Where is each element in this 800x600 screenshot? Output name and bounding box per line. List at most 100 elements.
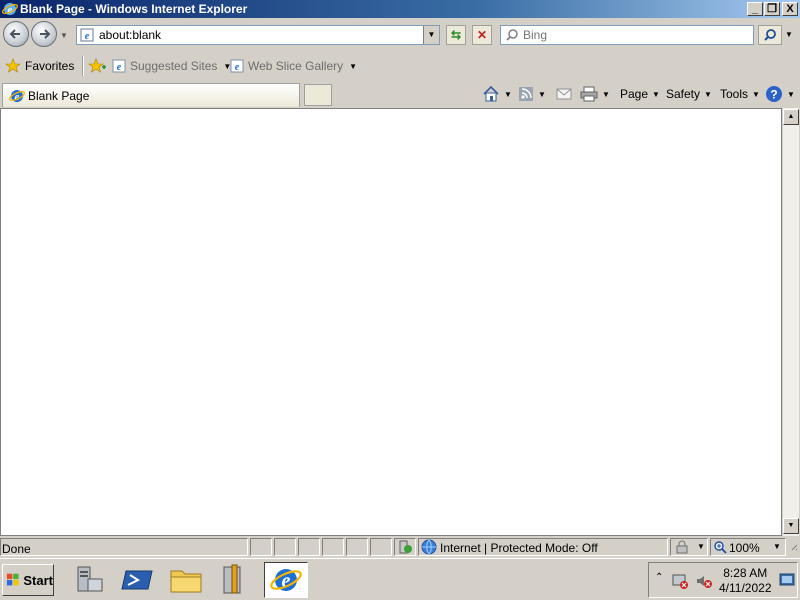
status-cell-5 xyxy=(346,538,368,556)
new-tab-button[interactable] xyxy=(304,84,332,106)
scroll-down-arrow-icon[interactable]: ▼ xyxy=(783,518,799,534)
server-manager-icon xyxy=(77,566,103,592)
clock-time: 8:28 AM xyxy=(723,566,768,580)
network-warning-icon[interactable] xyxy=(671,572,689,590)
web-slice-gallery-link[interactable]: e Web Slice Gallery ▼ xyxy=(230,56,357,76)
restore-button[interactable]: ❐ xyxy=(764,2,780,16)
stop-button[interactable]: ✕ xyxy=(472,25,492,45)
scroll-up-arrow-icon[interactable]: ▲ xyxy=(783,109,799,125)
folder-icon xyxy=(170,570,202,593)
rss-feed-icon xyxy=(519,87,533,101)
search-box[interactable] xyxy=(500,25,754,45)
explorer-taskbar-button[interactable] xyxy=(164,562,208,598)
svg-text:e: e xyxy=(117,62,122,73)
title-bar: e Blank Page - Windows Internet Explorer… xyxy=(0,0,800,18)
help-button[interactable]: ? ▼ xyxy=(765,84,795,104)
status-text: Done xyxy=(2,542,31,556)
window-title: Blank Page - Windows Internet Explorer xyxy=(20,2,248,16)
suggested-sites-label: Suggested Sites xyxy=(130,59,218,73)
start-button[interactable]: Start xyxy=(2,564,54,596)
help-dropdown-icon: ▼ xyxy=(787,89,795,99)
page-content-area[interactable] xyxy=(0,108,782,536)
svg-text:e: e xyxy=(235,62,240,73)
print-button[interactable]: ▼ xyxy=(580,84,610,104)
safety-dropdown-icon: ▼ xyxy=(704,89,712,99)
status-text-cell: Done xyxy=(0,538,248,556)
add-to-favorites-bar-button[interactable] xyxy=(88,56,106,76)
home-icon xyxy=(483,85,499,102)
minimize-button[interactable]: _ xyxy=(747,2,763,16)
show-hidden-icons-icon[interactable]: ⌃ xyxy=(655,572,663,583)
safety-menu[interactable]: Safety ▼ xyxy=(666,84,712,104)
popup-blocker-cell[interactable] xyxy=(394,538,416,556)
status-cell-4 xyxy=(322,538,344,556)
status-cell-6 xyxy=(370,538,392,556)
suggested-sites-link[interactable]: e Suggested Sites ▼ xyxy=(112,56,231,76)
tools-menu[interactable]: Tools ▼ xyxy=(720,84,760,104)
search-icon xyxy=(506,29,518,41)
resize-grip-icon[interactable] xyxy=(788,540,798,554)
status-cell-3 xyxy=(298,538,320,556)
server-manager-taskbar-button[interactable] xyxy=(66,562,110,598)
svg-text:e: e xyxy=(85,31,90,42)
web-slice-gallery-label: Web Slice Gallery xyxy=(248,59,344,73)
feeds-button[interactable]: ▼ xyxy=(518,84,546,104)
ie-page-icon: e xyxy=(230,59,244,73)
ie-tab-icon: e xyxy=(9,89,25,103)
clock[interactable]: 8:28 AM 4/11/2022 xyxy=(719,566,772,596)
search-input[interactable] xyxy=(521,27,745,43)
close-button[interactable]: X xyxy=(782,2,798,16)
home-dropdown-icon: ▼ xyxy=(504,89,512,99)
address-dropdown-icon[interactable]: ▼ xyxy=(423,26,439,44)
page-menu-label: Page xyxy=(620,87,649,101)
status-cell-2 xyxy=(274,538,296,556)
tab-title: Blank Page xyxy=(28,88,90,103)
page-icon: e xyxy=(80,28,94,42)
security-zone-cell[interactable]: Internet | Protected Mode: Off xyxy=(418,538,668,556)
zoom-dropdown-icon: ▼ xyxy=(773,542,781,551)
zoom-level: 100% xyxy=(729,541,760,555)
admin-tools-taskbar-button[interactable] xyxy=(212,562,256,598)
refresh-button[interactable]: ⇆ xyxy=(446,25,466,45)
volume-muted-icon[interactable] xyxy=(695,572,713,590)
ie-logo-icon: e xyxy=(2,3,18,16)
feeds-dropdown-icon: ▼ xyxy=(538,89,546,99)
internet-explorer-taskbar-button[interactable]: e xyxy=(264,562,308,598)
favorites-bar: Favorites e Suggested Sites ▼ e Web Slic… xyxy=(0,52,800,80)
security-zone-text: Internet | Protected Mode: Off xyxy=(440,541,598,555)
refresh-icon: ⇆ xyxy=(450,28,462,42)
printer-icon xyxy=(580,86,598,102)
tab-blank-page[interactable]: e Blank Page xyxy=(2,83,300,107)
history-dropdown-icon[interactable]: ▼ xyxy=(60,31,68,40)
print-dropdown-icon: ▼ xyxy=(602,89,610,99)
svg-text:?: ? xyxy=(770,88,777,102)
ie-page-icon: e xyxy=(112,59,126,73)
favorites-separator xyxy=(82,56,84,76)
status-bar: Done Internet | Protected Mode: Off ▼ 10… xyxy=(0,537,800,557)
status-cell-progress xyxy=(250,538,272,556)
favorites-button[interactable]: Favorites xyxy=(2,56,77,76)
protected-mode-cell[interactable]: ▼ xyxy=(670,538,708,556)
powershell-taskbar-button[interactable] xyxy=(116,562,160,598)
safety-menu-label: Safety xyxy=(666,87,701,101)
back-button[interactable] xyxy=(3,21,29,47)
start-label: Start xyxy=(23,572,53,588)
windows-logo-icon xyxy=(6,573,19,586)
magnifier-icon xyxy=(764,29,776,41)
tab-command-row: e Blank Page ▼ ▼ ▼ Page ▼ Safety ▼ Tools… xyxy=(0,80,800,108)
add-favorite-star-icon xyxy=(88,58,106,73)
address-field[interactable]: e about:blank ▼ xyxy=(76,25,440,45)
show-desktop-icon[interactable] xyxy=(779,572,795,588)
forward-arrow-icon xyxy=(40,29,51,39)
search-options-dropdown-icon[interactable]: ▼ xyxy=(783,25,795,45)
home-button[interactable]: ▼ xyxy=(482,84,512,104)
search-go-button[interactable] xyxy=(758,25,782,45)
read-mail-button[interactable] xyxy=(556,84,572,104)
address-row: ▼ e about:blank ▼ ⇆ ✕ ▼ xyxy=(0,18,800,52)
vertical-scrollbar[interactable]: ▲ ▼ xyxy=(782,108,799,536)
tools-dropdown-icon: ▼ xyxy=(752,89,760,99)
zoom-cell[interactable]: 100% ▼ xyxy=(710,538,786,556)
page-menu[interactable]: Page ▼ xyxy=(620,84,660,104)
forward-button[interactable] xyxy=(31,21,57,47)
clock-date: 4/11/2022 xyxy=(719,581,772,595)
